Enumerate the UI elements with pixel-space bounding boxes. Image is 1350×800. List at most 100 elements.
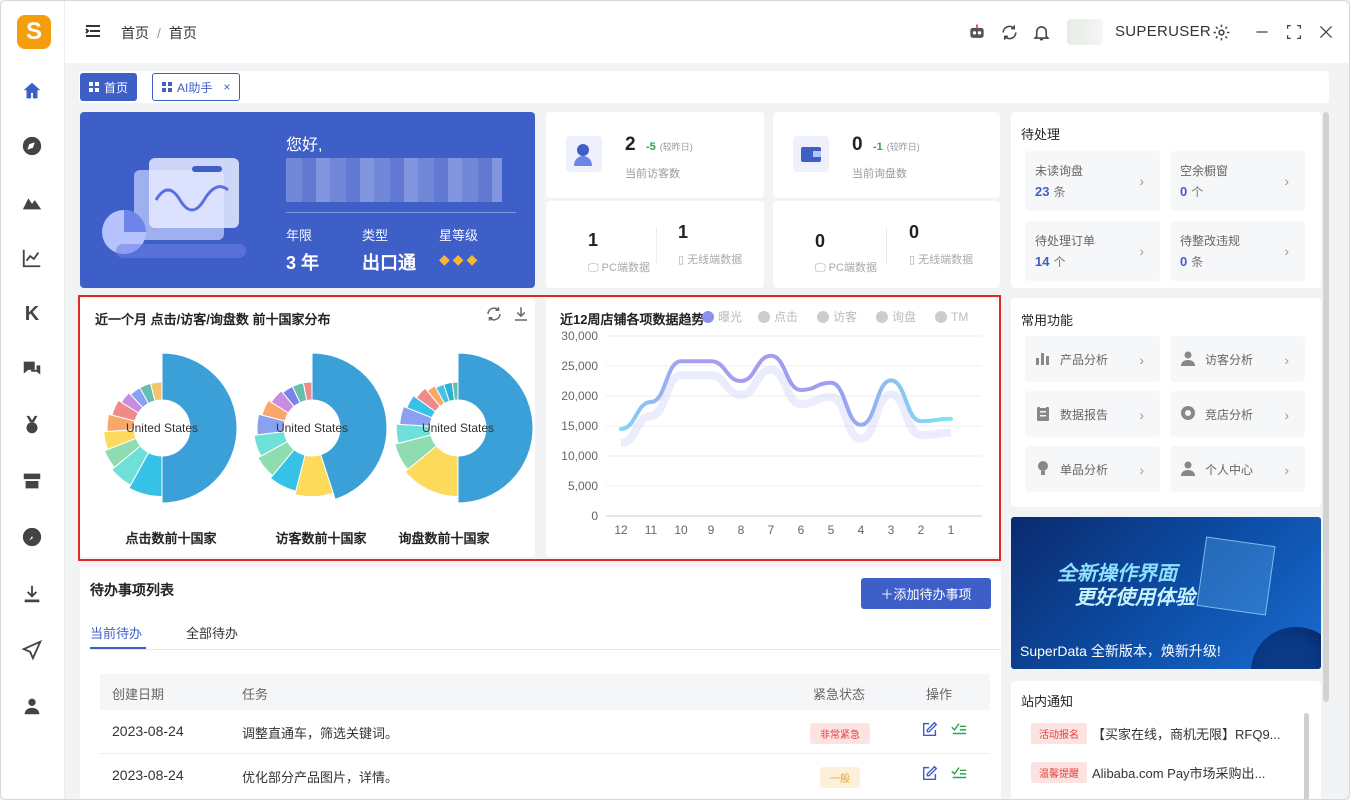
maximize-icon[interactable] [1283, 19, 1305, 45]
banner-caption: SuperData 全新版本，焕新升级! [1020, 643, 1221, 659]
left-nav-rail: S K [1, 1, 65, 799]
breadcrumb-root[interactable]: 首页 [121, 25, 149, 41]
download-icon[interactable] [512, 305, 530, 323]
bell-icon[interactable] [1029, 19, 1053, 45]
x-tick-label: 6 [798, 523, 805, 537]
tab-ai-assistant[interactable]: AI助手 × [152, 73, 241, 101]
legend-marker [758, 311, 770, 323]
k-letter-icon[interactable]: K [19, 301, 45, 327]
refresh-icon[interactable] [485, 305, 503, 323]
tab-home[interactable]: 首页 [80, 73, 138, 101]
page-tabs: 首页 AI助手 × [79, 71, 1329, 103]
y-tick-label: 30,000 [561, 329, 598, 343]
x-tick-label: 4 [858, 523, 865, 537]
refresh-icon[interactable] [997, 19, 1021, 45]
donut-caption-inquiries: 询盘数前十国家 [398, 531, 490, 546]
y-tick-label: 25,000 [561, 359, 598, 373]
chevron-right-icon: › [1284, 243, 1289, 259]
download-icon[interactable] [19, 581, 45, 607]
medal-icon[interactable] [19, 412, 45, 438]
legend-marker [817, 311, 829, 323]
edit-icon[interactable] [921, 764, 939, 782]
visitor-count: 2 [625, 134, 636, 155]
tab-all-todo[interactable]: 全部待办 [186, 623, 238, 642]
row2-task: 优化部分产品图片，详情。 [242, 770, 399, 785]
function-item-analysis[interactable]: 单品分析 › [1025, 446, 1160, 492]
row1-status-badge: 非常紧急 [810, 723, 870, 744]
pending-orders[interactable]: 待处理订单 14 个 › [1025, 221, 1160, 281]
function-personal-center[interactable]: 个人中心 › [1170, 446, 1305, 492]
y-tick-label: 0 [591, 509, 598, 523]
function-product-analysis[interactable]: 产品分析 › [1025, 336, 1160, 382]
home-icon[interactable] [19, 78, 45, 104]
edit-icon[interactable] [921, 720, 939, 738]
promo-banner[interactable]: 全新操作界面 更好使用体验 SuperData 全新版本，焕新升级! [1011, 517, 1321, 669]
dashboard-icon[interactable] [19, 524, 45, 550]
welcome-card: 您好, 年限 类型 星等级 3 年 出口通 ◆ ◆ ◆ [80, 112, 535, 288]
user-icon[interactable] [19, 693, 45, 719]
inquiry-diff: -1 (较昨日) [873, 141, 920, 153]
gear-icon[interactable] [1209, 19, 1233, 45]
pending-free-showcase[interactable]: 空余橱窗 0 个 › [1170, 151, 1305, 211]
legend-label: 询盘 [892, 309, 916, 324]
redacted-name [286, 158, 502, 202]
pending-unread-inquiries[interactable]: 未读询盘 23 条 › [1025, 151, 1160, 211]
compass-icon[interactable] [19, 133, 45, 159]
complete-icon[interactable] [949, 764, 967, 782]
notice-item[interactable]: 温馨提醒 Alibaba.com Pay市场采购出... [1031, 760, 1265, 784]
notice-item[interactable]: 活动报名 【买家在线，商机无限】RFQ9... [1031, 721, 1281, 745]
line-chart-icon[interactable] [19, 245, 45, 271]
y-tick-label: 15,000 [561, 419, 598, 433]
robot-icon[interactable] [965, 19, 989, 45]
cart-icon[interactable] [19, 468, 45, 494]
avatar[interactable] [1067, 19, 1103, 45]
top-bar: 首页 / 首页 SUPERUSER [65, 1, 1349, 63]
pending-violations[interactable]: 待整改违规 0 条 › [1170, 221, 1305, 281]
page-scrollbar[interactable] [1323, 112, 1329, 702]
wallet-icon [793, 136, 829, 172]
chat-bubbles-icon[interactable] [19, 356, 45, 382]
close-window-icon[interactable] [1315, 19, 1337, 45]
x-tick-label: 10 [674, 523, 688, 537]
visitor-caption: 当前访客数 [625, 168, 680, 180]
x-tick-label: 5 [828, 523, 835, 537]
tab-close-icon[interactable]: × [223, 80, 230, 94]
app-window: S K 首页 / 首页 SUPERUSER 首页 AI助手 × 您好, 年限 类… [0, 0, 1350, 800]
y-tick-label: 10,000 [561, 449, 598, 463]
trend-line-chart: 曝光 点击 访客 询盘 TM 0 5,000 10,000 15,000 20,000 25,000… [561, 309, 982, 537]
x-tick-label: 12 [614, 523, 628, 537]
function-data-report[interactable]: 数据报告 › [1025, 391, 1160, 437]
username[interactable]: SUPERUSER [1115, 23, 1211, 40]
notice-scrollbar[interactable] [1304, 713, 1309, 799]
tab-current-todo[interactable]: 当前待办 [90, 623, 142, 642]
function-competitor-analysis[interactable]: 竞店分析 › [1170, 391, 1305, 437]
diamond-icon: ◆ [452, 251, 464, 267]
complete-icon[interactable] [949, 720, 967, 738]
app-logo[interactable]: S [17, 15, 51, 49]
legend-marker [702, 311, 714, 323]
col-task: 任务 [242, 687, 269, 702]
pending-panel: 待处理 未读询盘 23 条 › 空余橱窗 0 个 › 待处理订单 14 个 › 待整改违规 0 条 › [1011, 112, 1321, 288]
menu-collapse-icon[interactable] [83, 21, 103, 41]
inquiry-mobile-count: 0 [909, 222, 920, 242]
inquiry-count: 0 [852, 134, 863, 155]
divider [286, 212, 516, 213]
donut-caption-visitors: 访客数前十国家 [275, 531, 367, 546]
send-icon[interactable] [19, 637, 45, 663]
dashboard-illustration [102, 158, 246, 258]
country-donut-charts: United States United States United States [103, 352, 534, 504]
col-urgency: 紧急状态 [813, 687, 866, 702]
inquiry-mobile-label: ▯ 无线端数据 [909, 254, 974, 266]
add-todo-button[interactable]: ＋添加待办事项 [861, 578, 991, 609]
visitor-mobile-label: ▯ 无线端数据 [678, 254, 743, 266]
functions-panel: 常用功能 产品分析 › 访客分析 › 数据报告 › 竞店分析 › 单品分析 › 个人中心 › [1011, 298, 1321, 507]
col-actions: 操作 [926, 687, 953, 702]
y-tick-label: 20,000 [561, 389, 598, 403]
function-visitor-analysis[interactable]: 访客分析 › [1170, 336, 1305, 382]
banner-line2: 更好使用体验 [1075, 587, 1195, 609]
mountain-chart-icon[interactable] [19, 189, 45, 215]
bulb-icon [1035, 460, 1051, 476]
notice-title: 站内通知 [1021, 694, 1074, 709]
y-tick-label: 5,000 [568, 479, 598, 493]
minimize-icon[interactable] [1251, 19, 1273, 45]
